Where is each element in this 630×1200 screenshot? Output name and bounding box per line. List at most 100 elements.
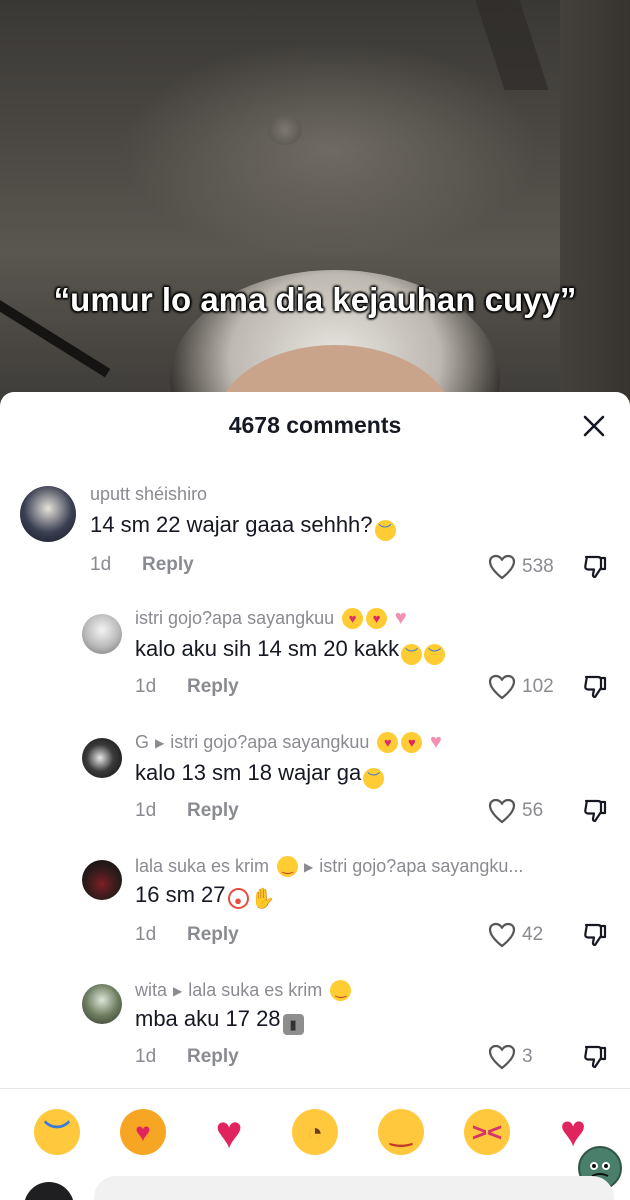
like-count: 538	[522, 556, 554, 577]
quick-emoji-bar: ︶ ♥ ♥ ◔ ‿ >< ♥	[0, 1102, 630, 1162]
heart-outline-icon	[488, 1044, 516, 1070]
avatar[interactable]	[82, 738, 122, 778]
reply-to-username: istri gojo?apa sayangkuu	[170, 732, 370, 752]
close-icon	[583, 415, 605, 437]
comment-input[interactable]	[94, 1176, 614, 1200]
video-caption: “umur lo ama dia kejauhan cuyy”	[53, 281, 577, 318]
close-button[interactable]	[578, 410, 610, 442]
pink-heart-icon: ♥	[394, 607, 407, 629]
video-player[interactable]	[0, 0, 630, 420]
like-button[interactable]: 56	[488, 798, 543, 824]
comment-meta: 1d Reply	[135, 800, 239, 822]
reply-button[interactable]: Reply	[187, 676, 239, 698]
thumbs-down-icon	[584, 675, 607, 699]
reply-arrow-icon: ▶	[155, 735, 165, 750]
video-frame-detail	[120, 40, 540, 260]
loudly-crying-face-icon: ︶	[401, 644, 423, 665]
dislike-button[interactable]	[582, 554, 608, 580]
smiling-cat-with-heart-eyes-icon[interactable]: ♥	[120, 1109, 166, 1155]
smiling-face-with-heart-eyes-icon: ♥	[366, 608, 388, 629]
reply-button[interactable]: Reply	[187, 1046, 239, 1068]
pink-heart-icon: ♥	[429, 731, 442, 753]
comment-time: 1d	[135, 800, 157, 821]
dislike-button[interactable]	[582, 922, 608, 948]
avatar[interactable]	[20, 486, 76, 542]
comment-meta: 1d Reply	[135, 1046, 239, 1068]
comment-text-content: mba aku 17 28	[135, 1006, 281, 1031]
comment-username[interactable]: istri gojo?apa sayangkuu ♥ ♥ ♥	[135, 608, 411, 629]
avatar[interactable]	[82, 984, 122, 1024]
like-button[interactable]: 42	[488, 922, 543, 948]
comment-meta: 1d Reply	[135, 924, 239, 946]
username-text: wita	[135, 980, 168, 1000]
thumbs-down-icon	[584, 923, 607, 947]
thumbs-down-icon	[584, 799, 607, 823]
comments-header: 4678 comments	[0, 392, 630, 462]
dislike-button[interactable]	[582, 674, 608, 700]
like-button[interactable]: 538	[488, 554, 554, 580]
comment-text: kalo aku sih 14 sm 20 kakk ︶ ︶	[135, 636, 446, 665]
comment-meta: 1d Reply	[90, 554, 194, 576]
comment-text: kalo 13 sm 18 wajar ga ︶	[135, 760, 385, 789]
pleading-face-icon[interactable]: ◔	[292, 1109, 338, 1155]
reply-button[interactable]: Reply	[142, 554, 194, 576]
face-savoring-food-icon: ‿	[277, 856, 299, 877]
comments-sheet: 4678 comments uputt shéishiro 14 sm 22 w…	[0, 392, 630, 1200]
heart-outline-icon	[488, 798, 516, 824]
smiling-face-with-heart-eyes-icon: ♥	[401, 732, 423, 753]
avatar[interactable]	[82, 860, 122, 900]
comment-time: 1d	[90, 554, 112, 575]
comment-text: 16 sm 27 ● ✋	[135, 882, 276, 910]
comment-text-content: kalo aku sih 14 sm 20 kakk	[135, 636, 400, 661]
loudly-crying-face-icon: ︶	[363, 768, 385, 789]
like-button[interactable]: 102	[488, 674, 554, 700]
like-count: 42	[522, 924, 544, 945]
comment-text: mba aku 17 28 ▮	[135, 1006, 304, 1035]
loudly-crying-face-icon[interactable]: ︶	[34, 1109, 80, 1155]
comment-text-content: 14 sm 22 wajar gaaa sehhh?	[90, 512, 373, 537]
face-blowing-kiss-icon: ♥	[342, 608, 364, 629]
username-text: G	[135, 732, 150, 752]
squinting-face-with-tongue-icon[interactable]: ><	[464, 1109, 510, 1155]
reply-to-username: lala suka es krim	[188, 980, 323, 1000]
reply-arrow-icon: ▶	[304, 859, 314, 874]
video-frame-detail	[560, 0, 630, 420]
comment-text: 14 sm 22 wajar gaaa sehhh? ︶	[90, 512, 396, 541]
loudly-crying-face-icon: ︶	[424, 644, 446, 665]
clown-face-icon: ●	[227, 888, 249, 909]
red-heart-icon[interactable]: ♥	[206, 1106, 252, 1158]
like-count: 3	[522, 1046, 533, 1067]
face-savoring-food-icon[interactable]: ‿	[378, 1109, 424, 1155]
comment-username[interactable]: wita ▶ lala suka es krim ‿	[135, 980, 352, 1001]
like-count: 102	[522, 676, 554, 697]
avatar[interactable]	[82, 614, 122, 654]
comment-username[interactable]: lala suka es krim ‿ ▶ istri gojo?apa say…	[135, 856, 523, 877]
heart-outline-icon	[488, 674, 516, 700]
dislike-button[interactable]	[582, 1044, 608, 1070]
like-button[interactable]: 3	[488, 1044, 533, 1070]
raised-hand-icon: ✋	[250, 888, 276, 910]
dislike-button[interactable]	[582, 798, 608, 824]
face-blowing-kiss-icon: ♥	[377, 732, 399, 753]
like-count: 56	[522, 800, 544, 821]
current-user-avatar[interactable]	[24, 1182, 74, 1200]
face-savoring-food-icon: ‿	[330, 980, 352, 1001]
username-text: uputt shéishiro	[90, 484, 208, 504]
comment-time: 1d	[135, 924, 157, 945]
reply-button[interactable]: Reply	[187, 924, 239, 946]
reply-arrow-icon: ▶	[173, 983, 183, 998]
comment-username[interactable]: G ▶ istri gojo?apa sayangkuu ♥ ♥ ♥	[135, 732, 446, 753]
comment-time: 1d	[135, 1046, 157, 1067]
reply-button[interactable]: Reply	[187, 800, 239, 822]
comment-username[interactable]: uputt shéishiro	[90, 484, 207, 505]
heart-outline-icon	[488, 554, 516, 580]
reply-to-username: istri gojo?apa sayangku...	[319, 856, 524, 876]
username-text: lala suka es krim	[135, 856, 270, 876]
username-text: istri gojo?apa sayangkuu	[135, 608, 335, 628]
comment-text-content: kalo 13 sm 18 wajar ga	[135, 760, 362, 785]
comment-meta: 1d Reply	[135, 676, 239, 698]
loudly-crying-face-icon: ︶	[374, 520, 396, 541]
ceiling-light	[268, 115, 302, 145]
moai-icon: ▮	[282, 1014, 304, 1035]
divider	[0, 1088, 630, 1089]
